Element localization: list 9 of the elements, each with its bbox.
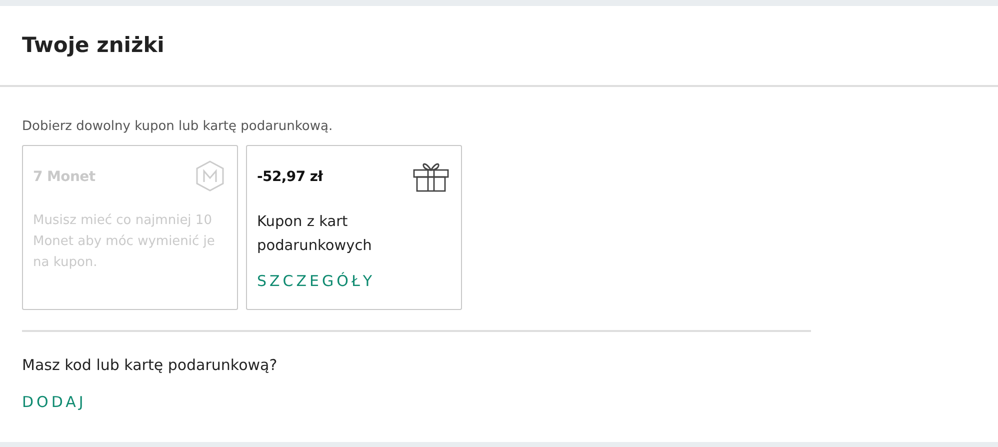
details-link[interactable]: SZCZEGÓŁY	[257, 270, 376, 292]
coin-icon	[195, 160, 225, 192]
coupon-card[interactable]: -52,97 zł Kupon z kart podarunkowych SZCZEGÓŁY	[246, 144, 462, 310]
coupon-value: -52,97 zł	[257, 168, 323, 186]
question-text: Masz kod lub kartę podarunkową?	[22, 354, 278, 376]
instruction-text: Dobierz dowolny kupon lub kartę podarunkową.	[22, 118, 334, 136]
coupon-description: Kupon z kart podarunkowych	[257, 212, 373, 256]
section-title: Twoje zniżki	[22, 32, 164, 58]
add-link[interactable]: DODAJ	[22, 393, 86, 411]
